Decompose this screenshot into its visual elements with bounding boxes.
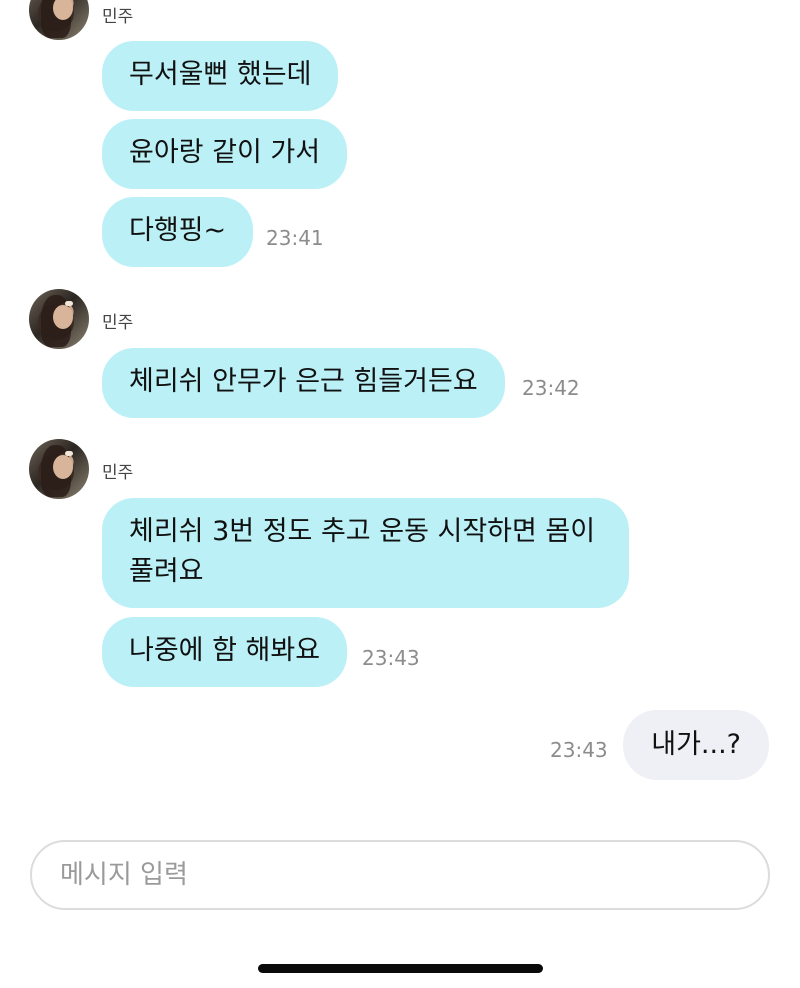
message-bubble[interactable]: 무서울뻔 했는데	[102, 41, 339, 111]
message-timestamp: 23:41	[266, 226, 324, 250]
avatar[interactable]	[29, 439, 89, 499]
home-indicator[interactable]	[258, 964, 543, 973]
avatar[interactable]	[29, 0, 89, 40]
avatar-hairclip	[65, 451, 73, 456]
avatar-hairclip	[65, 301, 73, 306]
avatar-face	[53, 305, 73, 329]
sender-name: 민주	[102, 313, 134, 333]
avatar-face	[53, 455, 73, 479]
message-bubble[interactable]: 윤아랑 같이 가서	[102, 119, 348, 189]
my-message-timestamp: 23:43	[550, 738, 608, 762]
sender-name: 민주	[102, 463, 134, 483]
sender-name: 민주	[102, 7, 134, 27]
message-bubble[interactable]: 체리쉬 3번 정도 추고 운동 시작하면 몸이 풀려요	[102, 498, 629, 608]
avatar[interactable]	[29, 289, 89, 349]
message-timestamp: 23:42	[522, 376, 580, 400]
message-bubble[interactable]: 체리쉬 안무가 은근 힘들거든요	[102, 348, 505, 418]
message-bubble[interactable]: 나중에 함 해봐요	[102, 617, 348, 687]
message-bubble[interactable]: 다행핑~	[102, 197, 254, 267]
message-timestamp: 23:43	[362, 646, 420, 670]
message-input[interactable]: 메시지 입력	[30, 840, 770, 910]
my-message-bubble[interactable]: 내가...?	[623, 710, 769, 780]
